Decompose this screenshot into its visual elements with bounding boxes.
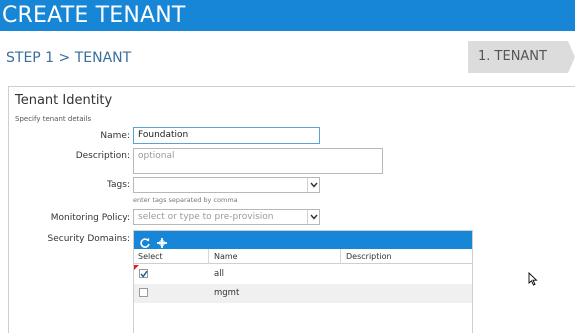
table-toolbar bbox=[134, 231, 472, 249]
row-name: all bbox=[214, 269, 224, 279]
add-icon bbox=[157, 238, 167, 248]
name-field[interactable]: Foundation bbox=[133, 127, 320, 144]
step-tab-arrow bbox=[568, 41, 575, 73]
chevron-down-icon bbox=[309, 214, 318, 220]
step-bar: STEP 1 > TENANT 1. TENANT bbox=[0, 31, 575, 83]
section-subheading: Specify tenant details bbox=[15, 115, 92, 123]
tags-label: Tags: bbox=[107, 180, 130, 190]
monitoring-policy-placeholder: select or type to pre-provision bbox=[138, 212, 274, 222]
row-checkbox-all[interactable] bbox=[139, 269, 148, 278]
table-row[interactable]: mgmt bbox=[134, 284, 472, 303]
security-domains-label: Security Domains: bbox=[47, 234, 130, 244]
section-heading: Tenant Identity bbox=[15, 93, 113, 108]
check-icon bbox=[140, 270, 148, 278]
monitoring-policy-label: Monitoring Policy: bbox=[50, 213, 130, 223]
column-header-select[interactable]: Select bbox=[138, 252, 163, 261]
monitoring-policy-dropdown-button[interactable] bbox=[307, 210, 319, 224]
row-checkbox-mgmt[interactable] bbox=[139, 288, 148, 297]
mouse-cursor-icon bbox=[528, 272, 538, 286]
name-label: Name: bbox=[100, 131, 130, 141]
tags-dropdown-button[interactable] bbox=[307, 178, 319, 192]
table-row[interactable]: all bbox=[134, 265, 472, 284]
column-header-name[interactable]: Name bbox=[214, 252, 238, 261]
table-header: Select Name Description bbox=[134, 249, 472, 264]
step-breadcrumb: STEP 1 > TENANT bbox=[6, 50, 132, 66]
row-name: mgmt bbox=[214, 288, 240, 298]
chevron-down-icon bbox=[309, 182, 318, 188]
security-domains-table: Select Name Description all mgmt bbox=[133, 230, 473, 333]
tags-hint: enter tags separated by comma bbox=[133, 196, 238, 204]
monitoring-policy-select[interactable]: select or type to pre-provision bbox=[133, 209, 320, 225]
column-header-description[interactable]: Description bbox=[346, 252, 392, 261]
add-button[interactable] bbox=[156, 234, 168, 248]
description-label: Description: bbox=[75, 151, 130, 161]
refresh-button[interactable] bbox=[139, 234, 151, 248]
window-title: CREATE TENANT bbox=[2, 3, 186, 28]
description-placeholder: optional bbox=[138, 151, 175, 161]
title-bar: CREATE TENANT bbox=[0, 0, 575, 31]
refresh-icon bbox=[140, 237, 150, 248]
name-field-value: Foundation bbox=[138, 130, 189, 140]
description-field[interactable]: optional bbox=[133, 148, 383, 174]
step-tab-label: 1. TENANT bbox=[478, 49, 547, 64]
step-tab-tenant[interactable]: 1. TENANT bbox=[468, 41, 575, 73]
column-separator bbox=[208, 249, 209, 264]
tags-field[interactable] bbox=[133, 177, 320, 193]
column-separator bbox=[340, 249, 341, 264]
